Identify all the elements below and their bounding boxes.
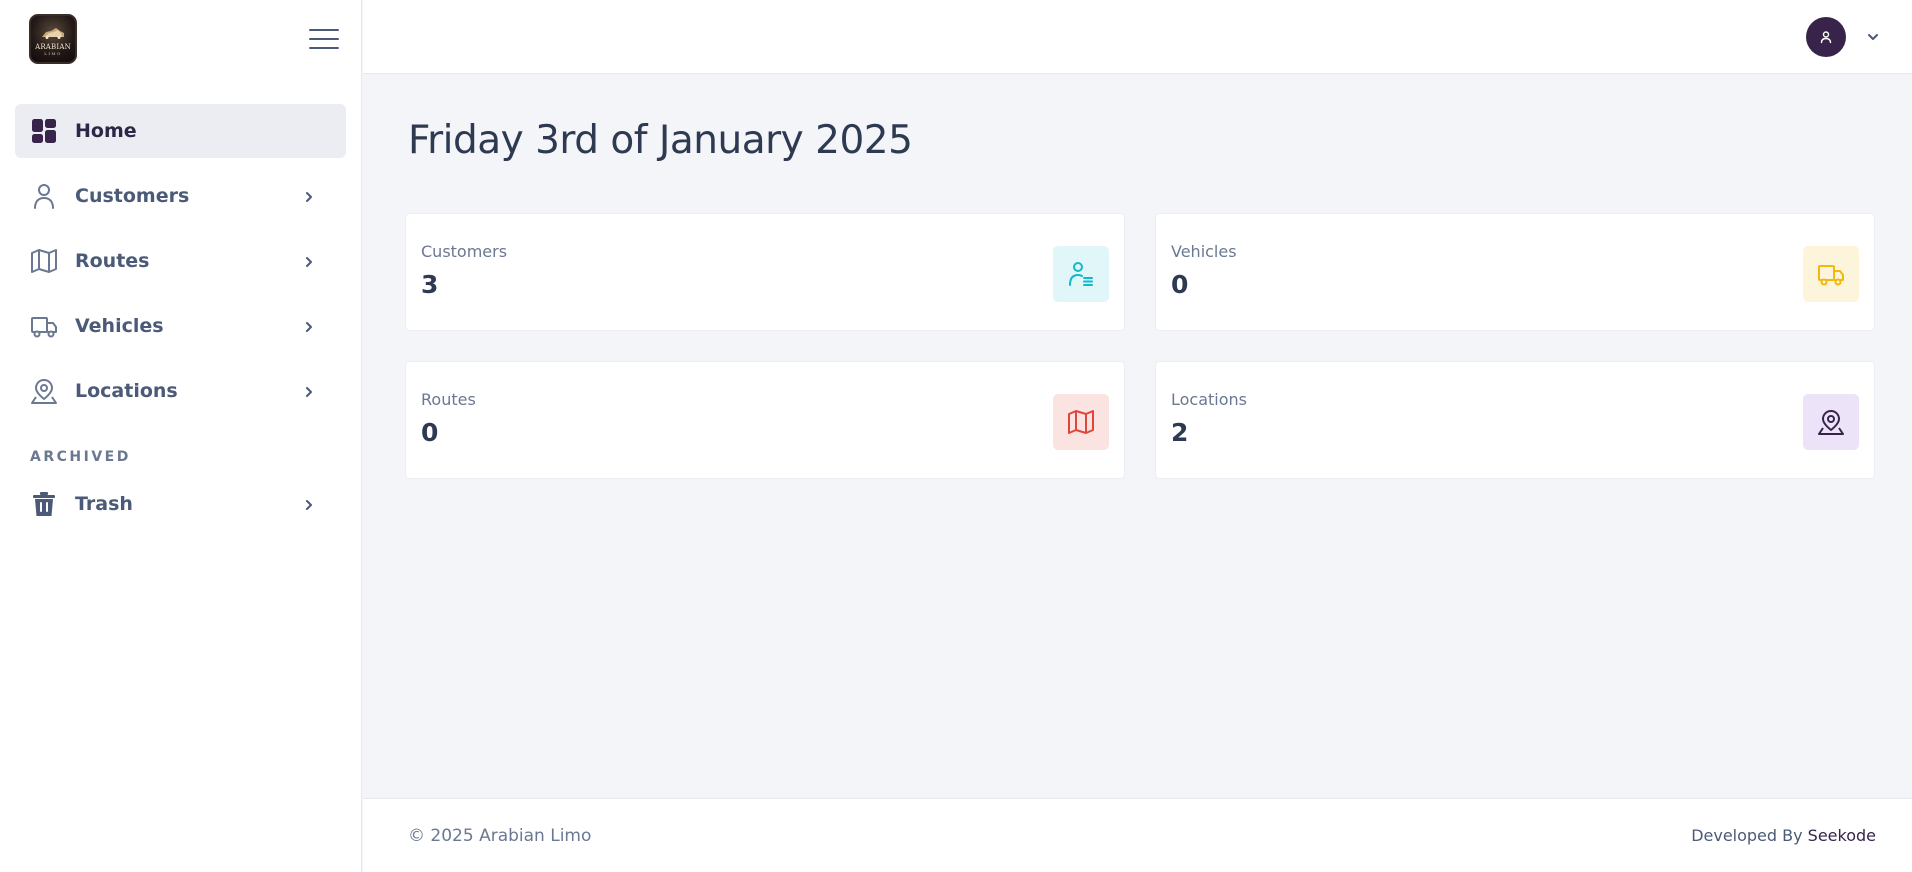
stat-label: Locations [1171, 390, 1248, 409]
section-title-archived: ARCHIVED [30, 449, 131, 465]
brand-logo-text: ARABIAN [35, 43, 71, 51]
chevron-right-icon [302, 384, 316, 398]
topbar [363, 0, 1912, 74]
stat-card-locations[interactable]: Locations 2 [1155, 361, 1875, 479]
sidebar-item-label: Customers [75, 185, 190, 207]
truck-icon [1803, 246, 1859, 302]
stat-label: Routes [421, 390, 476, 409]
brand-logo[interactable]: ARABIAN LIMO [29, 14, 77, 64]
page-title: Friday 3rd of January 2025 [408, 118, 913, 163]
user-avatar-icon [1820, 30, 1832, 43]
sidebar-item-customers[interactable]: Customers [15, 169, 346, 223]
map-icon [29, 246, 59, 276]
brand-logo-subtext: LIMO [44, 51, 62, 56]
sidebar-item-vehicles[interactable]: Vehicles [15, 299, 346, 353]
user-list-icon [1053, 246, 1109, 302]
sidebar-nav: Home Customers Routes Vehicles Locations… [0, 78, 361, 531]
location-pin-icon [1803, 394, 1859, 450]
sidebar-item-label: Vehicles [75, 315, 164, 337]
location-pin-icon [29, 376, 59, 406]
map-icon [1053, 394, 1109, 450]
stat-card-customers[interactable]: Customers 3 [405, 213, 1125, 331]
footer-developer-link[interactable]: Seekode [1808, 826, 1876, 845]
stats-grid: Customers 3 Vehicles 0 Routes 0 Location… [405, 213, 1878, 479]
sidebar-item-trash[interactable]: Trash [15, 477, 346, 531]
main-content: Friday 3rd of January 2025 Customers 3 V… [363, 75, 1912, 798]
chevron-right-icon [302, 189, 316, 203]
footer: © 2025 Arabian Limo Developed By Seekode [363, 798, 1912, 872]
sidebar-item-routes[interactable]: Routes [15, 234, 346, 288]
sidebar-header: ARABIAN LIMO [0, 0, 361, 78]
trash-icon [29, 489, 59, 519]
sidebar: ARABIAN LIMO Home Customers Routes Vehic… [0, 0, 362, 872]
stat-card-routes[interactable]: Routes 0 [405, 361, 1125, 479]
chevron-right-icon [302, 497, 316, 511]
sidebar-item-home[interactable]: Home [15, 104, 346, 158]
stat-value: 0 [1171, 270, 1189, 299]
sidebar-item-label: Home [75, 120, 137, 142]
limo-emblem-icon [42, 28, 64, 39]
chevron-down-icon[interactable] [1866, 30, 1880, 44]
sidebar-item-locations[interactable]: Locations [15, 364, 346, 418]
user-avatar[interactable] [1806, 16, 1846, 57]
stat-label: Vehicles [1171, 242, 1237, 261]
hamburger-icon[interactable] [309, 27, 339, 51]
stat-card-vehicles[interactable]: Vehicles 0 [1155, 213, 1875, 331]
chevron-right-icon [302, 254, 316, 268]
footer-copyright: © 2025 Arabian Limo [408, 825, 592, 846]
truck-icon [29, 311, 59, 341]
user-icon [29, 181, 59, 211]
chevron-right-icon [302, 319, 316, 333]
footer-developed-by: Developed By [1691, 826, 1808, 845]
grid-icon [29, 116, 59, 146]
sidebar-item-label: Routes [75, 250, 150, 272]
sidebar-item-label: Locations [75, 380, 178, 402]
sidebar-item-label: Trash [75, 493, 133, 515]
stat-label: Customers [421, 242, 508, 261]
stat-value: 0 [421, 418, 439, 447]
stat-value: 2 [1171, 418, 1189, 447]
stat-value: 3 [421, 270, 439, 299]
footer-credit: Developed By Seekode [1691, 826, 1876, 845]
